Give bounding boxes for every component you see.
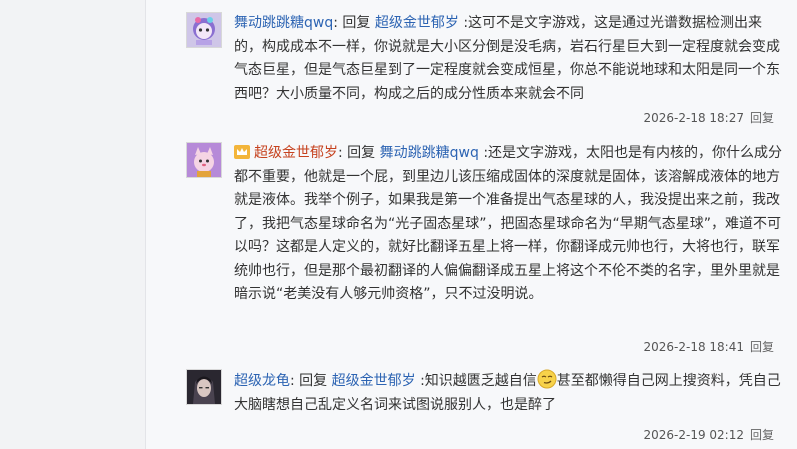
- crown-icon: [234, 145, 250, 159]
- reply-username[interactable]: 超级龙龟: [234, 373, 290, 389]
- reply-content: 超级金世郁岁: 回复 舞动跳跳糖qwq :还是文字游戏，太阳也是有内核的，你什么…: [234, 142, 786, 307]
- reply-meta: 2026-2-18 18:27 回复: [643, 109, 774, 126]
- reply-colon: :: [290, 373, 295, 389]
- smirk-emoji-icon: [537, 369, 557, 389]
- reply-button[interactable]: 回复: [750, 428, 774, 442]
- reply-item: 舞动跳跳糖qwq: 回复 超级金世郁岁 :这可不是文字游戏，这是通过光谱数据检测…: [186, 12, 786, 130]
- left-margin: [0, 0, 145, 449]
- reply-username[interactable]: 超级金世郁岁: [254, 145, 338, 161]
- reply-username[interactable]: 舞动跳跳糖qwq: [234, 15, 333, 31]
- reply-colon: :: [333, 15, 338, 31]
- reply-button[interactable]: 回复: [750, 111, 774, 125]
- reply-content: 超级龙龟: 回复 超级金世郁岁 :知识越匮乏越自信 甚至都懒得自己网上搜资料，凭…: [234, 369, 786, 417]
- reply-word: 回复: [299, 373, 328, 389]
- reply-meta: 2026-2-18 18:41 回复: [643, 338, 774, 355]
- reply-timestamp: 2026-2-19 02:12: [643, 428, 744, 442]
- reply-button[interactable]: 回复: [750, 340, 774, 354]
- avatar-pink-cat-icon: [187, 143, 221, 177]
- reply-list-panel: 舞动跳跳糖qwq: 回复 超级金世郁岁 :这可不是文字游戏，这是通过光谱数据检测…: [145, 0, 797, 449]
- reply-timestamp: 2026-2-18 18:27: [643, 111, 744, 125]
- user-avatar[interactable]: [186, 142, 222, 178]
- user-avatar[interactable]: [186, 12, 222, 48]
- reply-text: :知识越匮乏越自信: [420, 373, 537, 389]
- avatar-purple-cartoon-icon: [187, 13, 221, 47]
- reply-item: 超级金世郁岁: 回复 舞动跳跳糖qwq :还是文字游戏，太阳也是有内核的，你什么…: [186, 142, 786, 357]
- reply-meta: 2026-2-19 02:12 回复: [643, 426, 774, 443]
- reply-text: :还是文字游戏，太阳也是有内核的，你什么成分都不重要，他就是一个屁，到里边儿该压…: [234, 145, 783, 302]
- reply-word: 回复: [342, 15, 371, 31]
- reply-word: 回复: [347, 145, 376, 161]
- reply-content: 舞动跳跳糖qwq: 回复 超级金世郁岁 :这可不是文字游戏，这是通过光谱数据检测…: [234, 12, 786, 106]
- reply-target-user[interactable]: 舞动跳跳糖qwq: [380, 145, 479, 161]
- reply-target-user[interactable]: 超级金世郁岁: [375, 15, 459, 31]
- reply-target-user[interactable]: 超级金世郁岁: [332, 373, 416, 389]
- reply-item: 超级龙龟: 回复 超级金世郁岁 :知识越匮乏越自信 甚至都懒得自己网上搜资料，凭…: [186, 369, 786, 449]
- reply-colon: :: [338, 145, 343, 161]
- reply-timestamp: 2026-2-18 18:41: [643, 340, 744, 354]
- user-avatar[interactable]: [186, 369, 222, 405]
- avatar-dark-character-icon: [187, 370, 221, 404]
